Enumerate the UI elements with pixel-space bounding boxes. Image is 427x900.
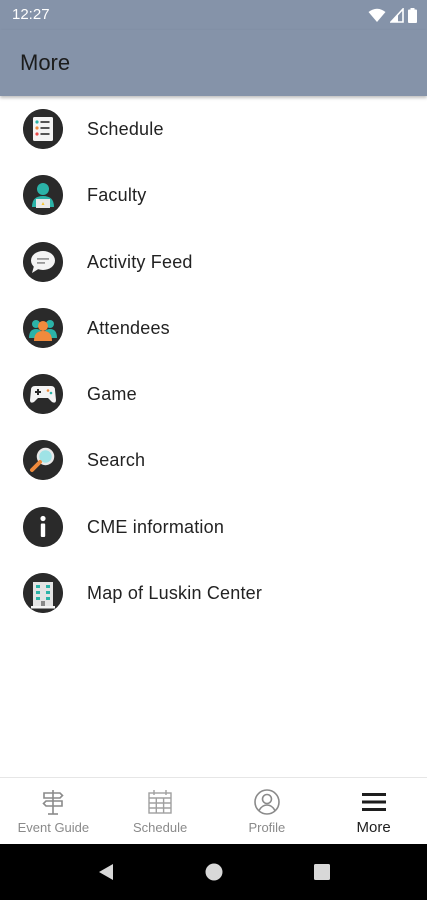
- battery-icon: [408, 7, 417, 23]
- info-icon: [23, 506, 63, 547]
- recents-icon[interactable]: [312, 862, 332, 882]
- speech-bubble-icon: [23, 241, 63, 282]
- status-time: 12:27: [12, 6, 50, 23]
- status-bar: 12:27: [0, 0, 427, 30]
- calendar-icon: [146, 788, 174, 816]
- attendees-group-icon: [23, 307, 63, 348]
- menu-item-activity-feed[interactable]: Activity Feed: [0, 229, 427, 295]
- tab-schedule[interactable]: Schedule: [107, 778, 214, 844]
- menu-item-game[interactable]: Game: [0, 361, 427, 427]
- tab-label: Event Guide: [17, 820, 90, 835]
- hamburger-menu-icon: [360, 788, 388, 816]
- tab-label: More: [356, 819, 391, 836]
- menu-item-label: Activity Feed: [87, 251, 193, 272]
- building-icon: [23, 573, 63, 614]
- gamepad-icon: [23, 374, 63, 415]
- menu-item-label: Game: [87, 384, 137, 405]
- magnifier-icon: [23, 440, 63, 481]
- tab-event-guide[interactable]: Event Guide: [0, 778, 107, 844]
- page-title: More: [20, 50, 71, 75]
- home-icon[interactable]: [204, 862, 224, 882]
- menu-item-label: CME information: [87, 516, 225, 537]
- bottom-navigation: Event Guide Schedule Profile More: [0, 777, 427, 844]
- faculty-person-icon: [23, 175, 63, 216]
- tab-label: Profile: [248, 820, 286, 835]
- back-icon[interactable]: [96, 862, 116, 882]
- tab-label: Schedule: [133, 820, 188, 835]
- menu-item-label: Schedule: [87, 119, 164, 139]
- signal-icon: [390, 7, 404, 23]
- schedule-list-icon: [23, 109, 63, 149]
- system-navigation-bar: [0, 844, 427, 900]
- menu-item-cme-information[interactable]: CME information: [0, 494, 427, 560]
- menu-item-label: Map of Luskin Center: [87, 583, 263, 604]
- menu-item-schedule[interactable]: Schedule: [0, 96, 427, 162]
- tab-more[interactable]: More: [320, 778, 427, 844]
- menu-item-attendees[interactable]: Attendees: [0, 295, 427, 361]
- menu-item-label: Attendees: [87, 317, 170, 338]
- menu-item-label: Search: [87, 450, 146, 471]
- more-menu-list: Schedule Faculty Activity Feed Attendees…: [0, 96, 427, 626]
- app-bar: More: [0, 30, 427, 96]
- profile-icon: [253, 788, 281, 816]
- menu-item-label: Faculty: [87, 185, 147, 206]
- menu-item-faculty[interactable]: Faculty: [0, 162, 427, 228]
- status-icons: [368, 7, 417, 23]
- menu-item-map-of-luskin-center[interactable]: Map of Luskin Center: [0, 560, 427, 626]
- menu-item-search[interactable]: Search: [0, 427, 427, 493]
- wifi-icon: [368, 8, 386, 22]
- tab-profile[interactable]: Profile: [214, 778, 321, 844]
- signpost-icon: [39, 788, 67, 816]
